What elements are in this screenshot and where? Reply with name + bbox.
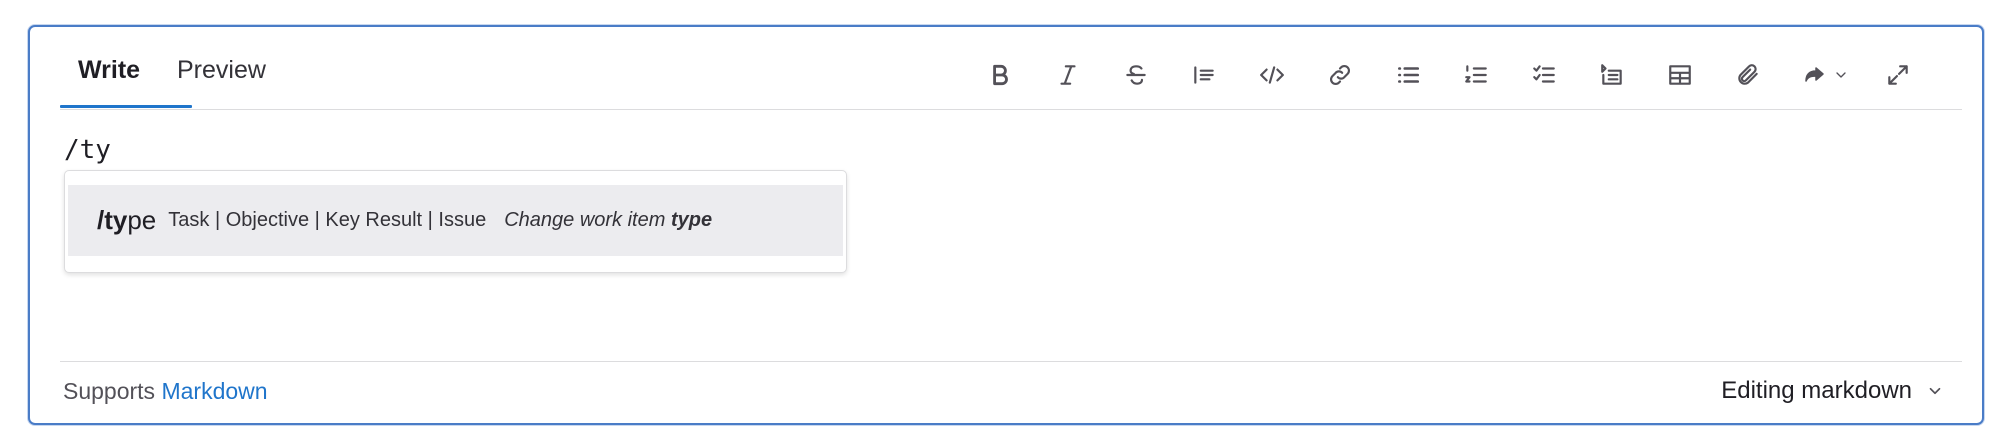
editor-textarea[interactable]: /ty	[64, 133, 111, 167]
editing-mode-label: Editing markdown	[1721, 377, 1912, 404]
strikethrough-icon	[1126, 65, 1146, 85]
fullscreen-icon	[1888, 65, 1908, 85]
autocomplete-params: Task | Objective | Key Result | Issue	[168, 209, 487, 231]
tab-write[interactable]: Write	[78, 55, 140, 85]
description-match: type	[670, 209, 713, 231]
strikethrough-button[interactable]	[1116, 55, 1156, 95]
quick-actions-button[interactable]	[1796, 55, 1856, 95]
autocomplete-description: Change work item type	[504, 209, 712, 232]
command-rest: pe	[127, 205, 157, 235]
markdown-editor: Write Preview /ty /type Task | Objective…	[28, 25, 1984, 425]
quote-button[interactable]	[1184, 55, 1224, 95]
supports-markdown-note: Supports Markdown	[63, 376, 268, 406]
collapsible-section-icon	[1601, 64, 1622, 85]
link-icon	[1330, 65, 1350, 85]
table-button[interactable]	[1660, 55, 1700, 95]
bold-icon	[993, 64, 1008, 86]
bullet-list-button[interactable]	[1388, 55, 1428, 95]
attach-file-icon	[1738, 64, 1758, 85]
collapsible-section-button[interactable]	[1592, 55, 1632, 95]
italic-icon	[1060, 65, 1076, 85]
attach-file-button[interactable]	[1728, 55, 1768, 95]
editing-mode-dropdown[interactable]: Editing markdown	[1721, 376, 1944, 406]
chevron-down-icon	[1836, 72, 1846, 78]
command-match: /ty	[97, 205, 128, 235]
autocomplete-item-type[interactable]: /type Task | Objective | Key Result | Is…	[68, 185, 843, 256]
markdown-help-link[interactable]: Markdown	[161, 378, 267, 404]
task-list-button[interactable]	[1524, 55, 1564, 95]
numbered-list-icon	[1465, 65, 1487, 83]
link-button[interactable]	[1320, 55, 1360, 95]
tab-preview[interactable]: Preview	[177, 55, 266, 85]
page: Write Preview /ty /type Task | Objective…	[0, 0, 1990, 436]
table-icon	[1669, 65, 1691, 85]
tabs-divider	[60, 109, 1962, 110]
autocomplete-dropdown: /type Task | Objective | Key Result | Is…	[64, 170, 847, 273]
fullscreen-button[interactable]	[1878, 55, 1918, 95]
code-icon	[1260, 66, 1284, 84]
quick-actions-icon	[1805, 67, 1824, 82]
bold-button[interactable]	[980, 55, 1020, 95]
description-prefix: Change work item	[504, 209, 671, 231]
code-button[interactable]	[1252, 55, 1292, 95]
numbered-list-button[interactable]	[1456, 55, 1496, 95]
footer-divider	[60, 361, 1962, 362]
bullet-list-icon	[1398, 67, 1420, 83]
active-tab-indicator	[60, 105, 192, 108]
autocomplete-command: /type	[97, 205, 156, 236]
supports-prefix: Supports	[63, 378, 162, 404]
editor-tabs: Write Preview	[30, 27, 1982, 109]
chevron-down-icon	[1929, 387, 1941, 395]
italic-button[interactable]	[1048, 55, 1088, 95]
quote-icon	[1194, 66, 1214, 84]
task-list-icon	[1533, 65, 1555, 83]
